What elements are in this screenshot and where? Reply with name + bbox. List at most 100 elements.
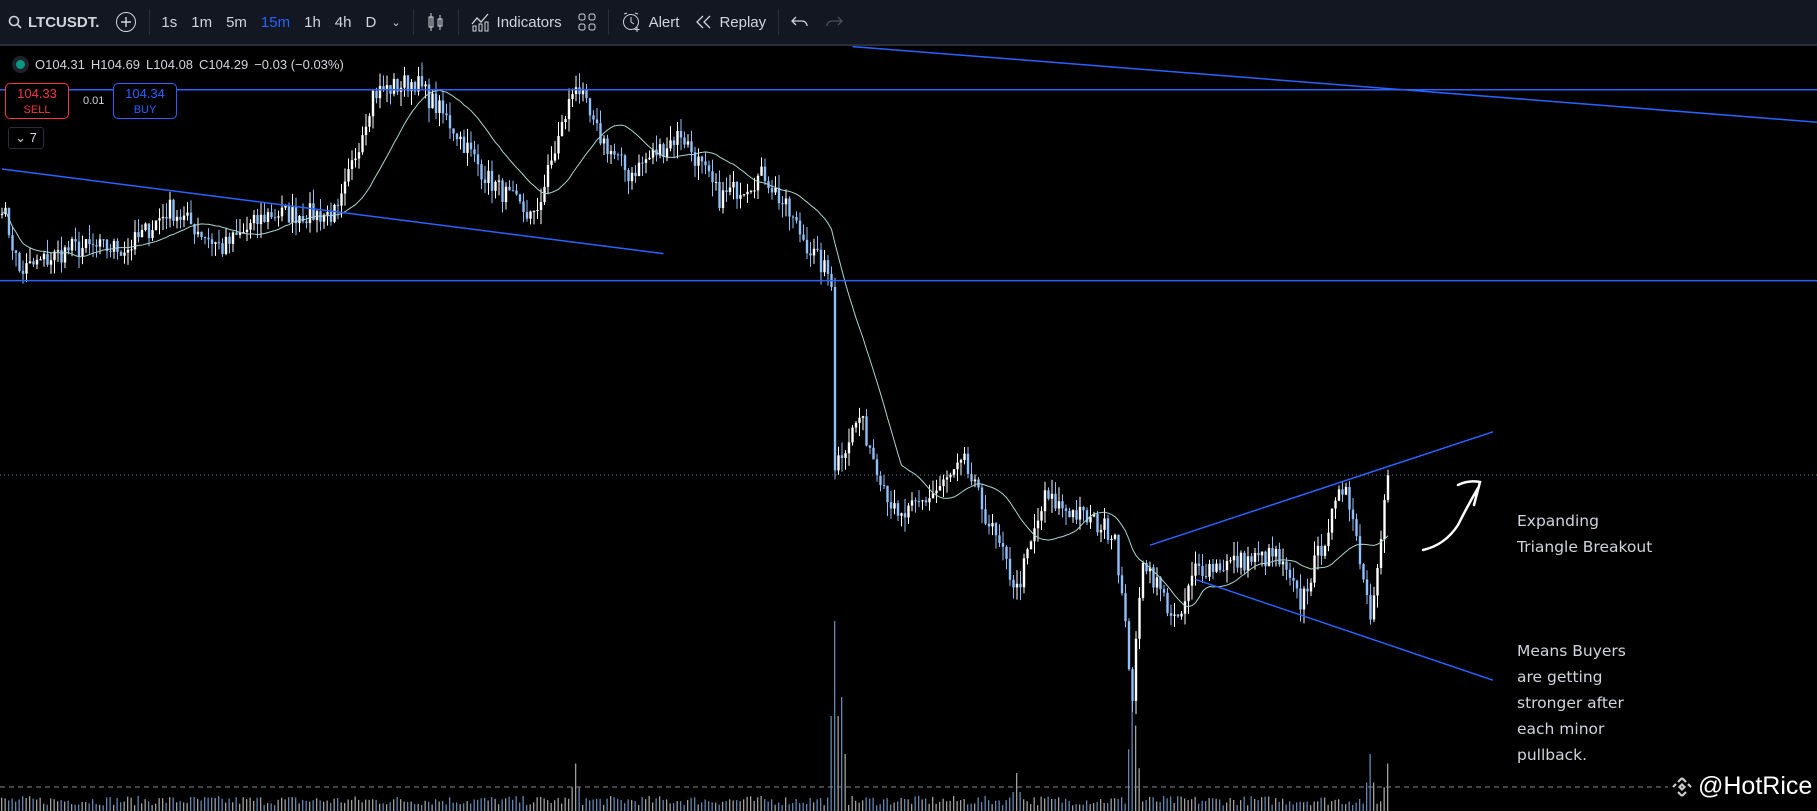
interval-15m[interactable]: 15m — [254, 14, 297, 31]
volume-bar — [683, 804, 685, 811]
candle-body — [697, 156, 700, 166]
volume-bar — [998, 800, 1000, 811]
legend-open: O104.31 — [35, 57, 85, 72]
redo-button[interactable] — [817, 0, 851, 44]
volume-bar — [337, 797, 339, 811]
symbol-search-button[interactable]: LTCUSDT. — [0, 0, 107, 44]
volume-bar — [186, 802, 188, 811]
candle-body — [1211, 563, 1215, 572]
candle-body — [809, 253, 812, 256]
interval-D[interactable]: D — [358, 14, 383, 31]
volume-bar — [858, 802, 860, 811]
volume-bar — [1334, 799, 1336, 811]
candle-body — [1103, 518, 1106, 530]
volume-bar — [1338, 799, 1340, 811]
undo-button[interactable] — [783, 0, 817, 44]
volume-bar — [953, 795, 955, 811]
sell-button[interactable]: 104.33 SELL — [5, 83, 69, 119]
candle-body — [189, 212, 193, 225]
candle-body — [1351, 509, 1355, 520]
volume-bar — [729, 799, 731, 811]
candle-body — [1047, 490, 1050, 499]
collapse-indicators-button[interactable]: ⌄ 7 — [8, 127, 44, 149]
candle-body — [42, 253, 46, 260]
volume-bar — [596, 798, 598, 811]
candle-body — [455, 133, 459, 140]
volume-bar — [403, 801, 405, 811]
candle-body — [641, 162, 644, 164]
volume-bar — [851, 795, 853, 811]
volume-bar — [1114, 798, 1116, 811]
candle-body — [445, 113, 448, 116]
compare-button[interactable] — [107, 0, 145, 44]
volume-bar — [1240, 800, 1242, 811]
candle-body — [711, 171, 714, 183]
candle-body — [1257, 552, 1260, 556]
interval-1h[interactable]: 1h — [297, 14, 328, 31]
candle-body — [672, 140, 676, 145]
indicators-button[interactable]: Indicators — [463, 0, 570, 44]
candle-body — [613, 151, 616, 155]
replay-button[interactable]: Replay — [687, 0, 774, 44]
interval-1s[interactable]: 1s — [154, 14, 184, 31]
alert-button[interactable]: Alert — [613, 0, 688, 44]
hand-drawn-arrow — [1421, 480, 1482, 552]
volume-bar — [106, 797, 108, 811]
volume-bar — [750, 796, 752, 811]
volume-bar — [1016, 773, 1018, 811]
candle-body — [88, 239, 91, 245]
candle-body — [774, 187, 777, 193]
candle-body — [1068, 510, 1071, 518]
candle-body — [574, 87, 578, 95]
interval-4h[interactable]: 4h — [328, 14, 359, 31]
candle-body — [245, 229, 249, 233]
candle-body — [683, 137, 686, 145]
candle-body — [1180, 613, 1183, 617]
candle-body — [1005, 546, 1008, 559]
buy-price: 104.34 — [125, 86, 165, 101]
volume-bar — [652, 802, 654, 811]
volume-bar — [578, 787, 580, 811]
volume-bar — [410, 801, 412, 811]
top-toolbar: LTCUSDT. 1s 1m 5m 15m 1h 4h D ⌄ Indicators Ale… — [0, 0, 1817, 46]
replay-label: Replay — [719, 13, 767, 31]
volume-bar — [568, 798, 570, 811]
buy-button[interactable]: 104.34 BUY — [113, 83, 177, 119]
chart-type-button[interactable] — [418, 0, 454, 44]
volume-bar — [774, 804, 776, 811]
candle-body — [1299, 588, 1302, 610]
candle-body — [1082, 506, 1085, 511]
volume-bar — [932, 796, 934, 811]
volume-bar — [351, 800, 353, 811]
candle-body — [1008, 558, 1012, 580]
volume-bar — [270, 803, 272, 811]
volume-bar — [1187, 799, 1189, 811]
volume-bar — [1345, 804, 1347, 811]
candle-body — [21, 270, 25, 274]
volume-bar — [435, 799, 437, 811]
volume-bar — [505, 798, 507, 811]
candle-body — [1379, 539, 1383, 569]
candle-body — [1110, 538, 1113, 540]
volume-bar — [130, 797, 132, 811]
volume-bar — [64, 801, 66, 811]
volume-bar — [967, 804, 969, 811]
volume-bar — [1030, 804, 1032, 811]
candle-body — [1323, 546, 1327, 556]
volume-bar — [207, 797, 209, 811]
interval-dropdown[interactable]: ⌄ — [383, 0, 408, 44]
volume-bar — [746, 796, 748, 811]
templates-button[interactable] — [570, 0, 604, 44]
interval-1m[interactable]: 1m — [184, 14, 219, 31]
candle-body — [1348, 486, 1351, 510]
interval-5m[interactable]: 5m — [219, 14, 254, 31]
candle-body — [564, 119, 567, 123]
volume-bar — [1359, 798, 1361, 811]
candle-body — [137, 232, 140, 238]
volume-bar — [781, 805, 783, 811]
volume-bar — [1296, 802, 1298, 811]
volume-bar — [508, 796, 510, 811]
candle-body — [760, 166, 763, 176]
volume-bar — [456, 802, 458, 811]
candle-body — [1050, 493, 1054, 499]
